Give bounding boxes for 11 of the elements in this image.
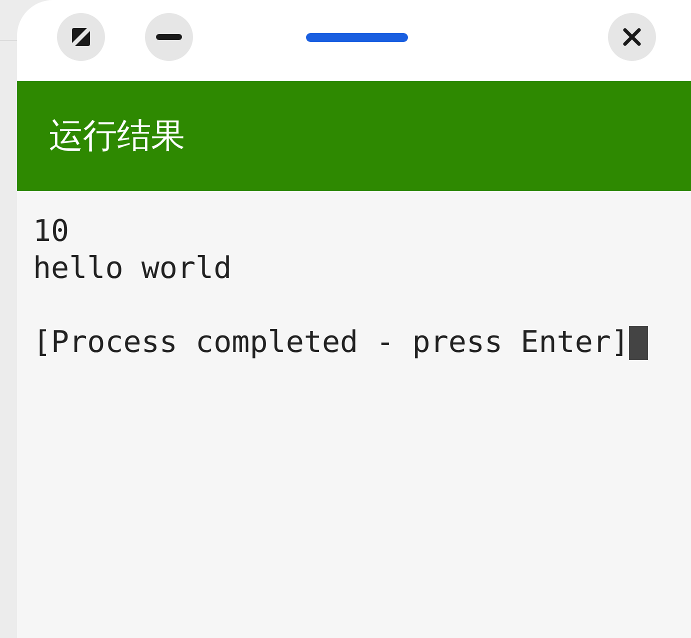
close-button[interactable] xyxy=(608,13,656,61)
close-icon xyxy=(623,28,641,46)
minimize-icon xyxy=(156,34,182,40)
minimize-button[interactable] xyxy=(145,13,193,61)
header-title: 运行结果 xyxy=(49,119,185,153)
terminal-prompt: [Process completed - press Enter] xyxy=(33,324,630,361)
resize-button[interactable] xyxy=(57,13,105,61)
resize-icon xyxy=(71,27,91,47)
output-line: hello world xyxy=(33,250,232,287)
drag-handle[interactable] xyxy=(306,33,408,42)
output-line: 10 xyxy=(33,213,70,250)
